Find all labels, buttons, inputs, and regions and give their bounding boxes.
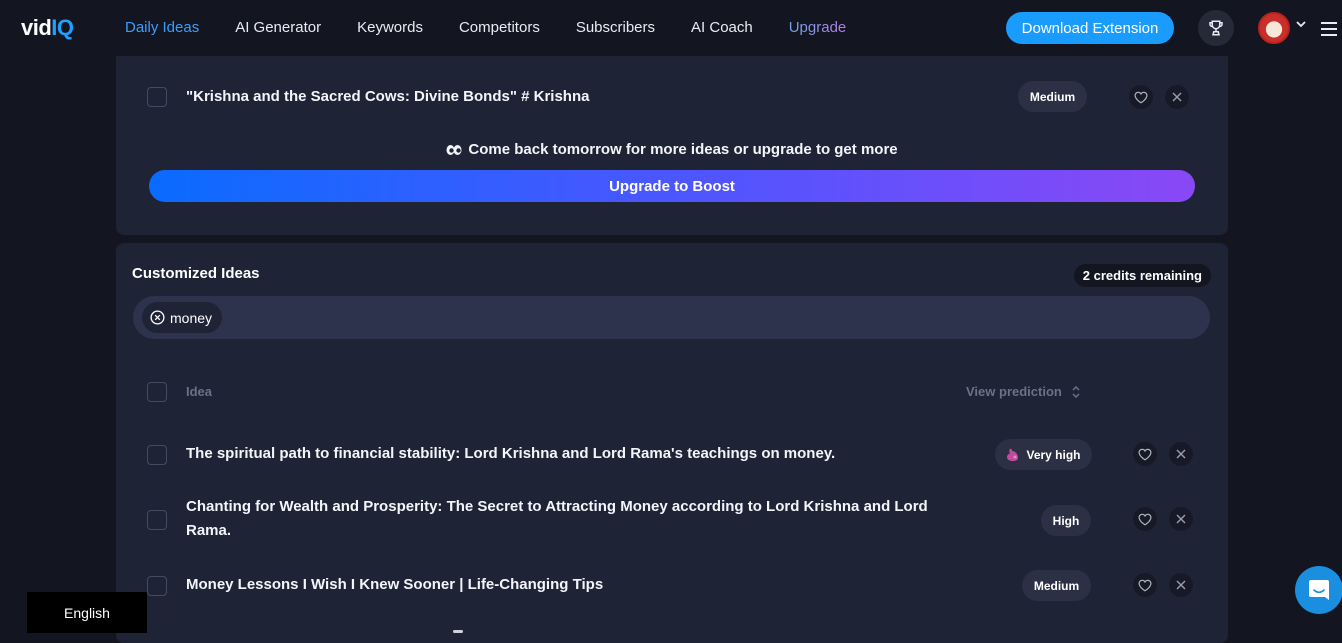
column-header-idea: Idea bbox=[186, 384, 213, 399]
idea-checkbox[interactable] bbox=[147, 445, 167, 465]
idea-title: Money Lessons I Wish I Knew Sooner | Lif… bbox=[186, 576, 604, 593]
column-header-prediction[interactable]: View prediction bbox=[966, 384, 1080, 399]
favorite-button[interactable] bbox=[1133, 507, 1157, 531]
nav-keywords[interactable]: Keywords bbox=[357, 18, 423, 38]
prediction-label: Medium bbox=[1033, 578, 1080, 593]
dismiss-button[interactable] bbox=[1169, 507, 1193, 531]
dismiss-button[interactable] bbox=[1165, 85, 1189, 109]
heart-icon bbox=[1138, 579, 1152, 591]
keyword-tag-input[interactable]: money bbox=[133, 296, 1210, 339]
prediction-badge: Very high bbox=[995, 439, 1092, 470]
select-all-checkbox[interactable] bbox=[147, 382, 167, 402]
prediction-label: Very high bbox=[1026, 447, 1081, 462]
main-nav: Daily Ideas AI Generator Keywords Compet… bbox=[125, 18, 882, 38]
top-navigation-bar: vidIQ Daily Ideas AI Generator Keywords … bbox=[0, 0, 1342, 56]
user-avatar[interactable] bbox=[1258, 12, 1290, 44]
notice-text: Come back tomorrow for more ideas or upg… bbox=[468, 141, 898, 158]
dismiss-button[interactable] bbox=[1169, 442, 1193, 466]
rocket-icon bbox=[1007, 448, 1019, 461]
upgrade-to-boost-button[interactable]: Upgrade to Boost bbox=[149, 170, 1195, 202]
idea-title: Chanting for Wealth and Prosperity: The … bbox=[186, 498, 928, 539]
idea-title: "Krishna and the Sacred Cows: Divine Bon… bbox=[186, 88, 590, 105]
favorite-button[interactable] bbox=[1129, 85, 1153, 109]
prediction-label: High bbox=[1052, 513, 1080, 528]
vidiq-logo[interactable]: vidIQ bbox=[21, 14, 74, 42]
eyes-icon bbox=[446, 144, 462, 155]
nav-subscribers[interactable]: Subscribers bbox=[576, 18, 655, 38]
hamburger-menu-icon[interactable] bbox=[1321, 22, 1337, 36]
prediction-badge: High bbox=[1041, 505, 1091, 536]
download-extension-button[interactable]: Download Extension bbox=[1006, 12, 1174, 44]
prediction-badge: Medium bbox=[1018, 81, 1087, 112]
section-title: Customized Ideas bbox=[132, 265, 260, 282]
language-selector[interactable]: English bbox=[27, 592, 147, 633]
prediction-label: Medium bbox=[1029, 89, 1076, 104]
achievements-button[interactable] bbox=[1198, 10, 1234, 46]
support-chat-button[interactable] bbox=[1295, 566, 1342, 614]
heart-icon bbox=[1138, 513, 1152, 525]
keyword-tag[interactable]: money bbox=[142, 302, 223, 333]
idea-checkbox[interactable] bbox=[147, 87, 167, 107]
nav-daily-ideas[interactable]: Daily Ideas bbox=[125, 18, 199, 38]
favorite-button[interactable] bbox=[1133, 573, 1157, 597]
close-icon bbox=[1176, 514, 1186, 524]
close-icon bbox=[1172, 92, 1182, 102]
idea-checkbox[interactable] bbox=[147, 510, 167, 530]
logo-text-iq: IQ bbox=[51, 15, 74, 40]
logo-text-vid: vid bbox=[21, 15, 52, 40]
idea-title: The spiritual path to financial stabilit… bbox=[186, 445, 836, 462]
credits-badge: 2 credits remaining bbox=[1073, 264, 1211, 287]
chat-icon bbox=[1309, 580, 1329, 600]
prediction-badge: Medium bbox=[1022, 570, 1091, 601]
customized-ideas-card: Customized Ideas 2 credits remaining mon… bbox=[116, 243, 1228, 643]
close-icon bbox=[1176, 580, 1186, 590]
nav-competitors[interactable]: Competitors bbox=[459, 18, 540, 38]
chevron-down-icon[interactable] bbox=[1296, 20, 1306, 28]
nav-ai-coach[interactable]: AI Coach bbox=[691, 18, 753, 38]
nav-ai-generator[interactable]: AI Generator bbox=[235, 18, 321, 38]
daily-limit-notice: Come back tomorrow for more ideas or upg… bbox=[116, 141, 1228, 158]
idea-checkbox[interactable] bbox=[147, 576, 167, 596]
tag-label: money bbox=[170, 309, 213, 326]
favorite-button[interactable] bbox=[1133, 442, 1157, 466]
trophy-icon bbox=[1209, 20, 1223, 36]
nav-upgrade[interactable]: Upgrade bbox=[789, 18, 847, 38]
dismiss-button[interactable] bbox=[1169, 573, 1193, 597]
close-icon bbox=[1176, 449, 1186, 459]
prediction-header-label: View prediction bbox=[966, 384, 1062, 399]
sort-icon bbox=[1072, 385, 1080, 398]
remove-tag-icon[interactable] bbox=[150, 310, 165, 325]
heart-icon bbox=[1138, 448, 1152, 460]
daily-ideas-card: "Krishna and the Sacred Cows: Divine Bon… bbox=[116, 56, 1228, 235]
heart-icon bbox=[1134, 91, 1148, 103]
